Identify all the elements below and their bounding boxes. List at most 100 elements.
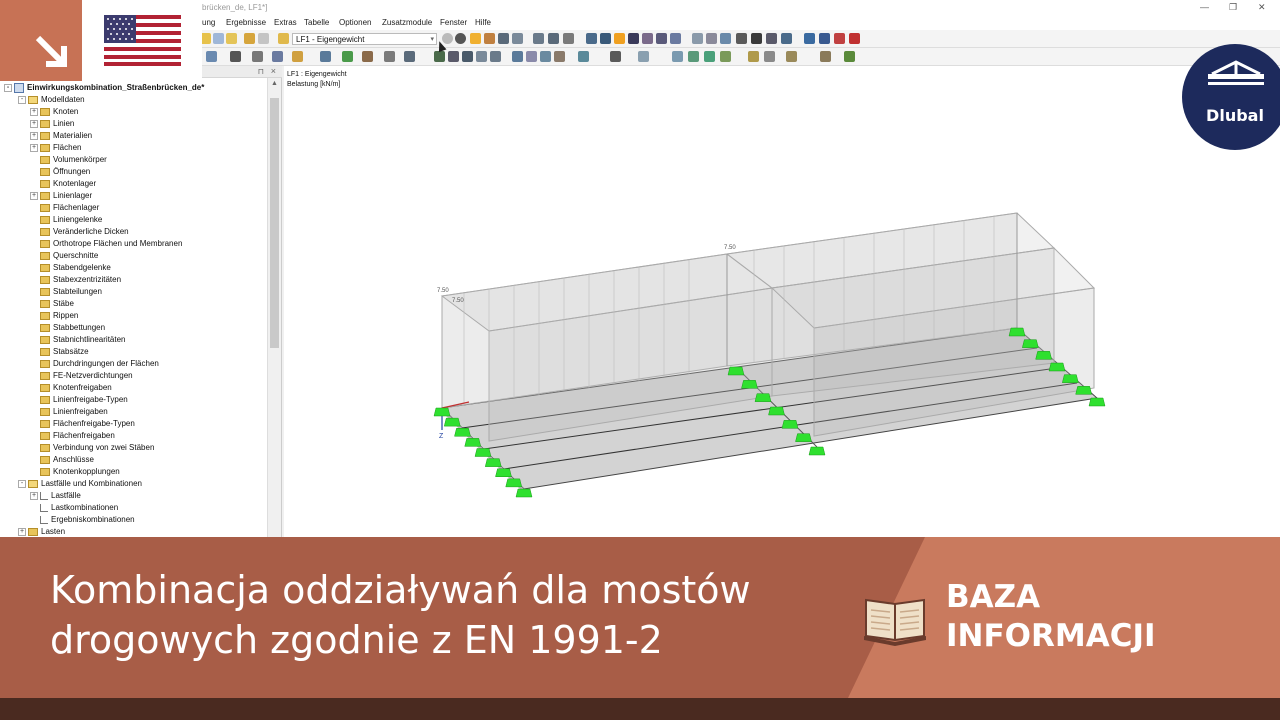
spline-icon[interactable] [720, 51, 731, 62]
display-icon[interactable] [206, 51, 217, 62]
check-icon[interactable] [342, 51, 353, 62]
arc-icon[interactable] [688, 51, 699, 62]
menu-item-berechnung[interactable]: ung [202, 18, 215, 27]
folder-icon[interactable] [226, 33, 237, 44]
pin-icon[interactable]: ⊓ [258, 67, 264, 76]
loadcase-selector[interactable]: LF1 - Eigengewicht ▾ [292, 33, 437, 45]
tree-item[interactable]: + Knoten [30, 106, 78, 118]
tree-item[interactable]: Öffnungen [30, 166, 90, 178]
tree-item[interactable]: FE-Netzverdichtungen [30, 370, 133, 382]
view-x-icon[interactable] [462, 51, 473, 62]
highlight-icon[interactable] [614, 33, 625, 44]
view-z-icon[interactable] [490, 51, 501, 62]
collapse-icon[interactable]: - [18, 95, 26, 104]
tree-item[interactable]: Knotenkopplungen [30, 466, 120, 478]
color-scale-icon[interactable] [844, 51, 855, 62]
support-icon[interactable] [533, 33, 544, 44]
results-icon[interactable] [470, 33, 481, 44]
hinge-icon[interactable] [720, 33, 731, 44]
scrollbar-thumb[interactable] [270, 98, 279, 348]
tree-item[interactable]: Stabexzentrizitäten [30, 274, 121, 286]
tree-item[interactable]: Stabteilungen [30, 286, 102, 298]
loads-icon[interactable] [362, 51, 373, 62]
render-icon[interactable] [512, 33, 523, 44]
units-icon[interactable] [404, 51, 415, 62]
minimize-button[interactable]: — [1200, 2, 1209, 12]
tree-item[interactable]: Stabendgelenke [30, 262, 111, 274]
tree-root[interactable]: - Einwirkungskombination_Straßenbrücken_d… [4, 82, 204, 94]
next-loadcase-icon[interactable] [455, 33, 466, 44]
box-icon[interactable] [230, 51, 241, 62]
table2-icon[interactable] [292, 51, 303, 62]
save-icon[interactable] [213, 33, 224, 44]
guide-icon[interactable] [638, 51, 649, 62]
table-icon[interactable] [244, 33, 255, 44]
snap-icon[interactable] [610, 51, 621, 62]
tree-item[interactable]: Lastkombinationen [30, 502, 118, 514]
menu-item-hilfe[interactable]: Hilfe [475, 18, 491, 27]
view-y-icon[interactable] [476, 51, 487, 62]
tree-item[interactable]: - Lastfälle und Kombinationen [18, 478, 142, 490]
color-icon[interactable] [600, 33, 611, 44]
expand-icon[interactable]: + [18, 527, 26, 536]
tree-item[interactable]: + Linien [30, 118, 74, 130]
tree-item[interactable]: Durchdringungen der Flächen [30, 358, 159, 370]
expand-icon[interactable]: + [30, 131, 38, 140]
screen-icon[interactable] [819, 33, 830, 44]
navigator-scrollbar[interactable]: ▲ [267, 78, 281, 537]
select-icon[interactable] [578, 51, 589, 62]
tree-item[interactable]: Anschlüsse [30, 454, 94, 466]
tree-item[interactable]: Linienfreigaben [30, 406, 108, 418]
load-wizard-icon[interactable] [820, 51, 831, 62]
menu-item-tabelle[interactable]: Tabelle [304, 18, 329, 27]
tree-item[interactable]: + Linienlager [30, 190, 92, 202]
surface-create-icon[interactable] [748, 51, 759, 62]
tree-item[interactable]: Stäbe [30, 298, 74, 310]
tree-item[interactable]: + Flächen [30, 142, 81, 154]
zoom-window-icon[interactable] [448, 51, 459, 62]
tree-item[interactable]: Rippen [30, 310, 78, 322]
collapse-icon[interactable]: - [4, 83, 12, 92]
menu-item-fenster[interactable]: Fenster [440, 18, 467, 27]
us-flag-icon[interactable] [82, 14, 202, 81]
tree-item[interactable]: Verbindung von zwei Stäben [30, 442, 154, 454]
section-icon[interactable] [692, 33, 703, 44]
camera-icon[interactable] [751, 33, 762, 44]
tree-item[interactable]: Stabbettungen [30, 322, 105, 334]
line-icon[interactable] [672, 51, 683, 62]
menu-item-ergebnisse[interactable]: Ergebnisse [226, 18, 266, 27]
dimension-icon[interactable] [670, 33, 681, 44]
pdf-icon[interactable] [849, 33, 860, 44]
delete-icon[interactable] [736, 33, 747, 44]
opening-icon[interactable] [764, 51, 775, 62]
menu-item-zusatzmodule[interactable]: Zusatzmodule [382, 18, 432, 27]
close-panel-icon[interactable]: × [271, 66, 276, 76]
print-icon[interactable] [766, 33, 777, 44]
menu-item-optionen[interactable]: Optionen [339, 18, 371, 27]
calculate-icon[interactable] [484, 33, 495, 44]
tree-item[interactable]: - Modelldaten [18, 94, 85, 106]
scroll-up-icon[interactable]: ▲ [271, 80, 278, 87]
rotate-icon[interactable] [706, 33, 717, 44]
tree-item[interactable]: Flächenfreigaben [30, 430, 115, 442]
warning-icon[interactable] [834, 33, 845, 44]
panel-icon[interactable] [258, 33, 269, 44]
view-icon[interactable] [498, 33, 509, 44]
tree-item[interactable]: + Materialien [30, 130, 92, 142]
expand-icon[interactable]: + [30, 119, 38, 128]
tree-item[interactable]: Orthotrope Flächen und Membranen [30, 238, 182, 250]
expand-icon[interactable]: + [30, 491, 38, 500]
tree-item[interactable]: Querschnitte [30, 250, 98, 262]
perspective-icon[interactable] [526, 51, 537, 62]
scale-icon[interactable] [384, 51, 395, 62]
member-icon[interactable] [548, 33, 559, 44]
filter-icon[interactable] [586, 33, 597, 44]
export-icon[interactable] [781, 33, 792, 44]
tree-item[interactable]: Volumenkörper [30, 154, 107, 166]
tree-item[interactable]: Liniengelenke [30, 214, 102, 226]
zoom-icon[interactable] [434, 51, 445, 62]
iso-view-icon[interactable] [512, 51, 523, 62]
surface-icon[interactable] [642, 33, 653, 44]
tree-item[interactable]: Stabsätze [30, 346, 89, 358]
tree-item[interactable]: Linienfreigabe-Typen [30, 394, 128, 406]
